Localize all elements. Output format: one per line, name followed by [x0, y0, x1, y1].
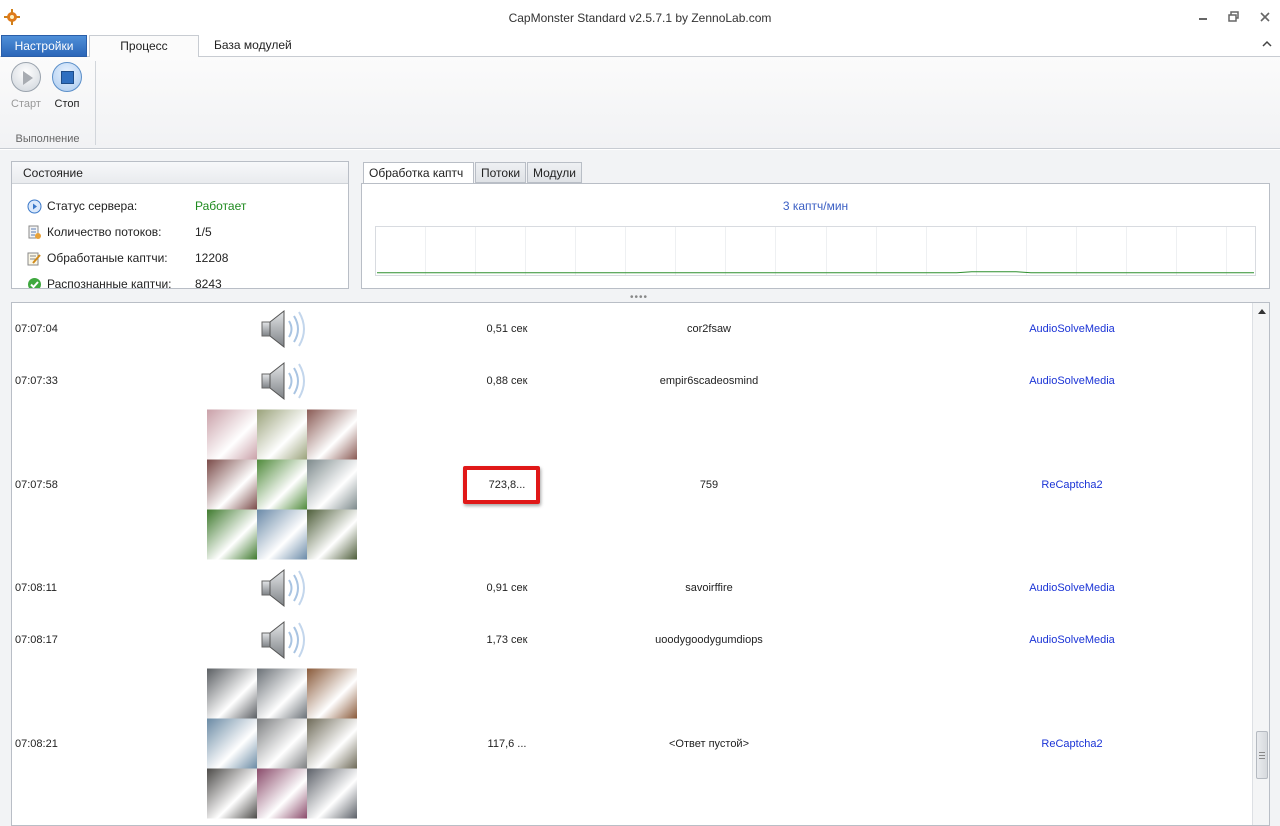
table-row[interactable]: 07:08:11 0,91 сек savoirffire AudioSolveMed…: [12, 562, 1252, 614]
captcha-tile: [207, 509, 257, 559]
state-panel: Состояние Статус сервера: Работает Колич…: [11, 161, 349, 289]
scroll-thumb[interactable]: [1256, 731, 1268, 779]
row-answer: <Ответ пустой>: [668, 737, 750, 750]
chart-panel: 3 каптч/мин: [361, 183, 1270, 289]
speaker-icon: [258, 360, 308, 402]
stop-icon: [52, 62, 82, 92]
row-time: 07:07:58: [15, 478, 58, 491]
state-value: 8243: [195, 277, 222, 289]
window-title: CapMonster Standard v2.5.7.1 by ZennoLab…: [508, 11, 772, 25]
captcha-tile: [257, 459, 307, 509]
ribbon-group-label: Выполнение: [15, 133, 80, 145]
processed-icon: [27, 252, 41, 266]
threads-icon: [28, 225, 41, 239]
row-duration: 117,6 ...: [487, 737, 527, 750]
row-time: 07:07:04: [15, 323, 58, 335]
recaptcha-image-grid: [207, 409, 358, 560]
highlight-box: [463, 465, 540, 504]
rate-chart: [375, 226, 1256, 276]
row-module: ReCaptcha2: [1041, 737, 1103, 750]
state-value: 1/5: [195, 225, 212, 239]
tab-threads[interactable]: Потоки: [475, 162, 526, 183]
captcha-tile: [207, 459, 257, 509]
ribbon-panel: Старт Стоп Выполнение: [0, 57, 1280, 149]
captcha-tile: [307, 409, 357, 459]
row-duration: 1,73 сек: [486, 634, 528, 646]
row-module: AudioSolveMedia: [1029, 323, 1115, 335]
stop-button[interactable]: Стоп: [47, 62, 87, 110]
state-label: Статус сервера:: [47, 199, 138, 213]
captcha-tile: [207, 768, 257, 818]
captcha-tile: [257, 409, 307, 459]
ribbon-tabs: Настройки Процесс работы База модулей: [0, 35, 1280, 74]
captcha-tile: [207, 718, 257, 768]
tab-captcha-processing[interactable]: Обработка каптч: [363, 162, 474, 184]
table-row[interactable]: 07:07:33 0,88 сек empir6scadeosmind AudioSo…: [12, 355, 1252, 407]
main-content: Состояние Статус сервера: Работает Колич…: [0, 150, 1280, 826]
chart-frame: [375, 226, 1256, 276]
row-answer: uoodygoodygumdiops: [655, 634, 763, 646]
row-module: AudioSolveMedia: [1029, 582, 1115, 594]
speaker-icon: [258, 308, 308, 350]
server-status-icon: [27, 199, 42, 214]
row-answer: cor2fsaw: [686, 323, 732, 335]
start-button[interactable]: Старт: [6, 62, 46, 110]
captcha-tile: [307, 459, 357, 509]
table-row[interactable]: 07:08:21 117,6 ... <Ответ пустой> ReCaptcha…: [12, 666, 1252, 821]
state-value: Работает: [195, 199, 247, 213]
state-label: Количество потоков:: [47, 225, 162, 239]
row-answer: savoirffire: [685, 582, 733, 594]
tab-work-process[interactable]: Процесс работы: [89, 35, 199, 74]
captcha-tile: [257, 768, 307, 818]
scroll-up-icon[interactable]: [1257, 307, 1267, 315]
table-row[interactable]: 07:07:58 723,8... 759 ReCaptcha2: [12, 407, 1252, 562]
title-bar: CapMonster Standard v2.5.7.1 by ZennoLab…: [0, 0, 1280, 35]
captcha-tile: [257, 718, 307, 768]
state-value: 12208: [195, 251, 229, 265]
speaker-icon: [258, 567, 308, 609]
captcha-tile: [307, 668, 357, 718]
row-time: 07:08:21: [15, 737, 58, 750]
vertical-scrollbar[interactable]: [1252, 303, 1269, 825]
chart-title: 3 каптч/мин: [782, 199, 849, 213]
tab-modules[interactable]: Модули: [527, 162, 582, 183]
close-icon[interactable]: [1258, 10, 1272, 24]
row-module: ReCaptcha2: [1041, 478, 1103, 491]
row-time: 07:08:11: [15, 582, 58, 594]
tab-module-base[interactable]: База модулей: [202, 35, 304, 57]
recaptcha-image-grid: [207, 668, 358, 819]
restore-icon[interactable]: [1227, 10, 1241, 24]
row-time: 07:08:17: [15, 634, 58, 646]
table-row[interactable]: 07:08:17 1,73 сек uoodygoodygumdiops AudioS…: [12, 614, 1252, 666]
row-duration: 0,51 сек: [486, 323, 528, 335]
row-module: AudioSolveMedia: [1029, 375, 1115, 387]
row-duration: 0,91 сек: [486, 582, 528, 594]
minimize-icon[interactable]: [1196, 10, 1210, 24]
play-icon: [11, 62, 41, 92]
table-row[interactable]: 07:07:04 0,51 сек cor2fsaw AudioSolveMedia: [12, 303, 1252, 355]
captcha-tile: [307, 718, 357, 768]
row-module: AudioSolveMedia: [1029, 634, 1115, 646]
state-panel-title: Состояние: [12, 162, 348, 184]
state-label: Обработаные каптчи:: [47, 251, 168, 265]
captcha-tile: [307, 768, 357, 818]
captcha-log: 07:08:21 117,6 ... <Ответ пустой> ReCaptcha…: [11, 302, 1270, 826]
row-duration: 0,88 сек: [486, 375, 528, 387]
state-label: Распознанные каптчи:: [47, 277, 172, 289]
captcha-tile: [257, 509, 307, 559]
row-answer: 759: [699, 478, 719, 491]
captcha-tile: [307, 509, 357, 559]
tab-settings[interactable]: Настройки: [1, 35, 87, 57]
start-label: Старт: [11, 98, 41, 110]
captcha-tile: [207, 409, 257, 459]
stop-label: Стоп: [54, 98, 80, 110]
captcha-tile: [207, 668, 257, 718]
recognized-icon: [28, 278, 41, 288]
ribbon-collapse-icon[interactable]: [1262, 40, 1272, 48]
row-time: 07:07:33: [15, 375, 58, 387]
captcha-tile: [257, 668, 307, 718]
row-answer: empir6scadeosmind: [659, 375, 759, 387]
ribbon-group-divider: [95, 61, 96, 145]
speaker-icon: [258, 619, 308, 661]
